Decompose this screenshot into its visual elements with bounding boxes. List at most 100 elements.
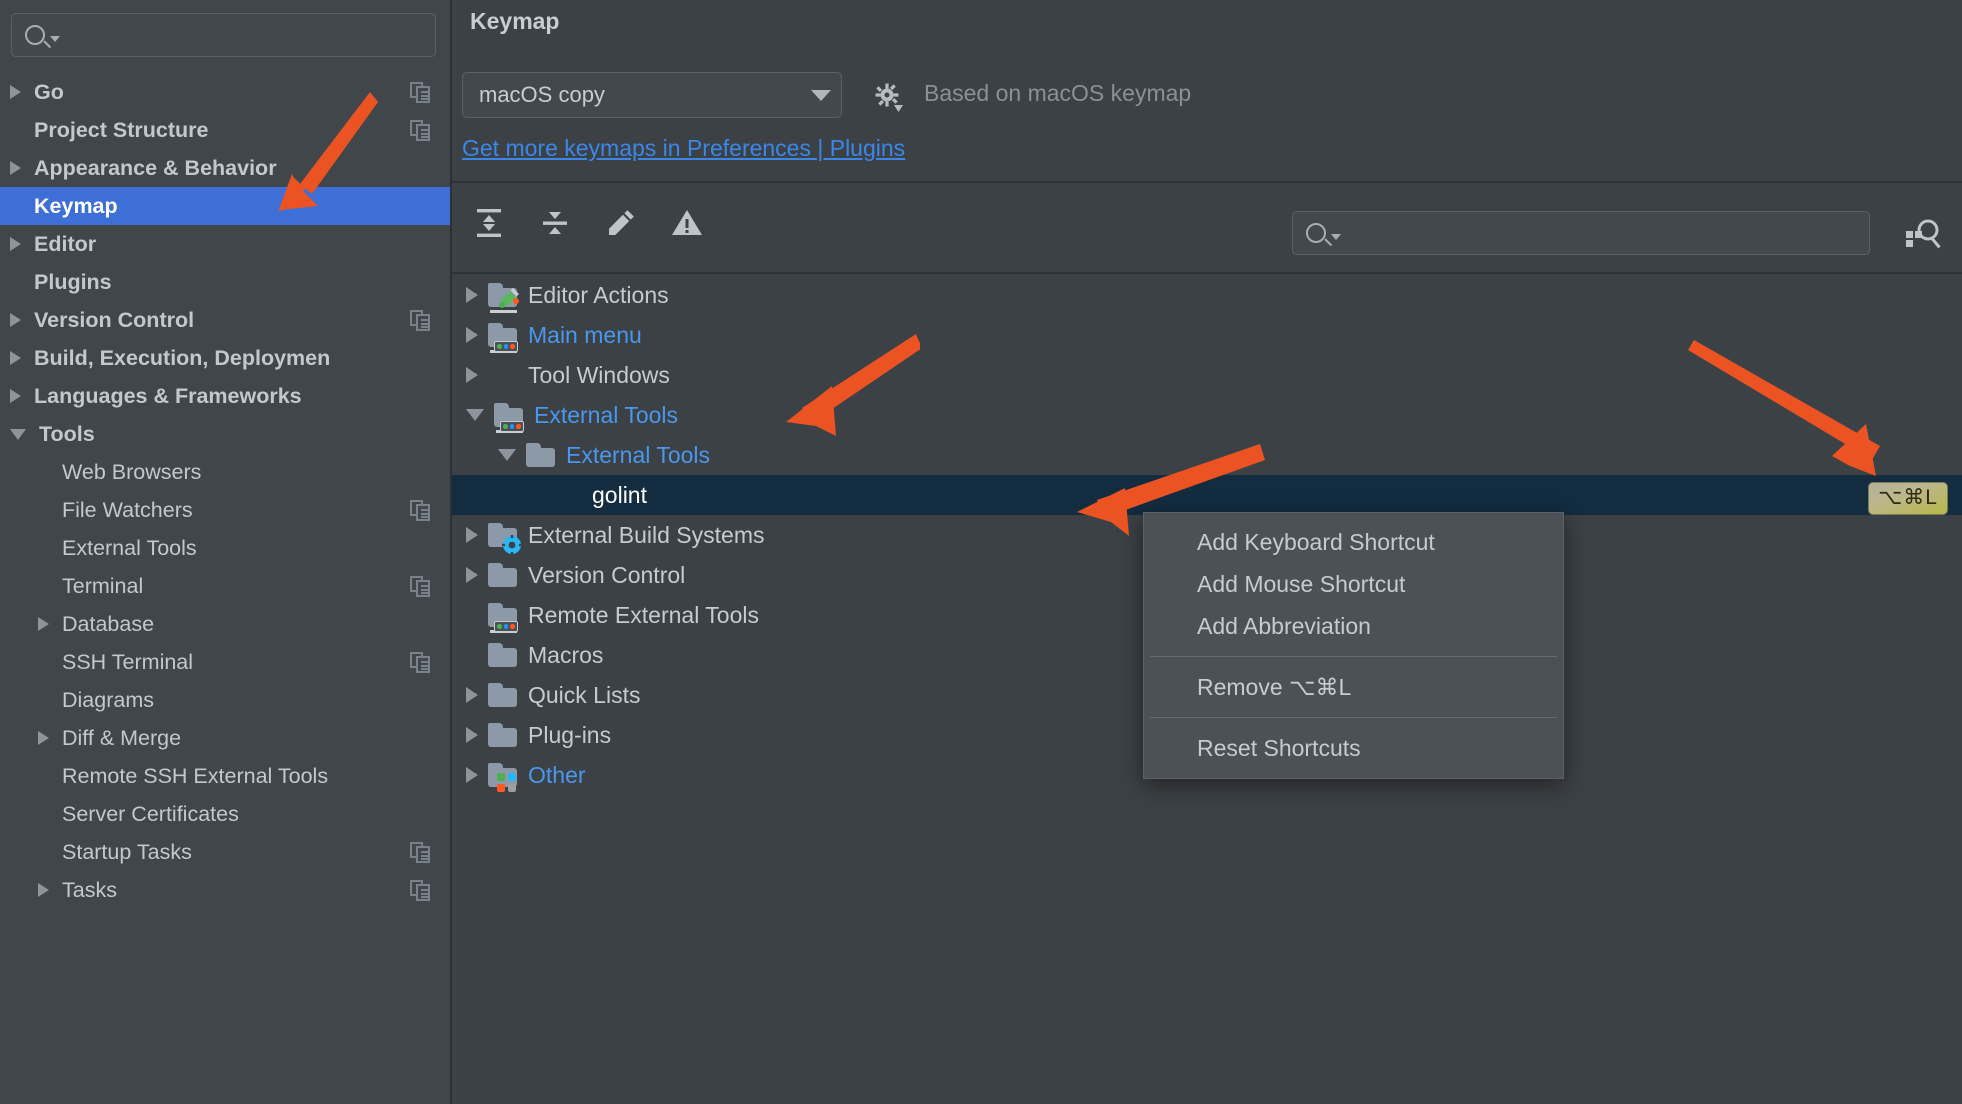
sidebar-item-tools[interactable]: Tools [0, 415, 450, 453]
divider [452, 272, 1962, 274]
chevron-right-icon[interactable] [10, 161, 21, 175]
sidebar-item-external-tools[interactable]: External Tools [0, 529, 450, 567]
sidebar-item-plugins[interactable]: Plugins [0, 263, 450, 301]
find-by-shortcut-icon[interactable] [1900, 215, 1944, 255]
chevron-right-icon[interactable] [466, 767, 478, 783]
chevron-right-icon[interactable] [466, 367, 478, 383]
chevron-right-icon[interactable] [466, 727, 478, 743]
context-menu-item[interactable]: Remove ⌥⌘L [1144, 666, 1563, 708]
sidebar-item-label: Server Certificates [62, 801, 239, 826]
sidebar-item-list: Go Project Structure Appearance & Behavior… [0, 73, 450, 909]
sidebar-item-label: File Watchers [62, 497, 193, 522]
sidebar-item-terminal[interactable]: Terminal [0, 567, 450, 605]
collapse-all-icon[interactable] [532, 200, 578, 246]
tree-row[interactable]: External Tools [452, 395, 1962, 435]
sidebar-item-web-browsers[interactable]: Web Browsers [0, 453, 450, 491]
chevron-right-icon[interactable] [10, 85, 21, 99]
sidebar-item-editor[interactable]: Editor [0, 225, 450, 263]
sidebar-search-input[interactable] [11, 13, 436, 57]
folder-icon [488, 603, 518, 633]
sidebar-item-label: Startup Tasks [62, 839, 192, 864]
chevron-right-icon[interactable] [466, 327, 478, 343]
sidebar-item-version-control[interactable]: Version Control [0, 301, 450, 339]
chevron-right-icon[interactable] [38, 617, 49, 631]
sidebar-item-startup-tasks[interactable]: Startup Tasks [0, 833, 450, 871]
sidebar-item-label: Tasks [62, 877, 117, 902]
copy-settings-icon[interactable] [410, 82, 432, 104]
tree-row-label: Macros [528, 641, 604, 668]
chevron-right-icon[interactable] [466, 527, 478, 543]
copy-settings-icon[interactable] [410, 500, 432, 522]
sidebar-item-label: Diff & Merge [62, 725, 182, 750]
edit-pencil-icon[interactable] [598, 200, 644, 246]
context-menu-item[interactable]: Add Abbreviation [1144, 605, 1563, 647]
folder-icon [488, 323, 518, 353]
tree-row[interactable]: Tool Windows [452, 355, 1962, 395]
chevron-down-icon[interactable] [466, 409, 484, 421]
sidebar-item-remote-ssh-external-tools[interactable]: Remote SSH External Tools [0, 757, 450, 795]
copy-settings-icon[interactable] [410, 842, 432, 864]
keymap-select-dropdown[interactable]: macOS copy [462, 72, 842, 118]
tree-row[interactable]: External Tools [452, 435, 1962, 475]
sidebar-item-appearance-behavior[interactable]: Appearance & Behavior [0, 149, 450, 187]
keymap-toolbar [466, 200, 710, 246]
copy-settings-icon[interactable] [410, 310, 432, 332]
folder-icon [488, 723, 518, 747]
sidebar-item-server-certificates[interactable]: Server Certificates [0, 795, 450, 833]
chevron-right-icon[interactable] [10, 389, 21, 403]
tree-row[interactable]: Editor Actions [452, 275, 1962, 315]
tree-row-label: Main menu [528, 321, 642, 348]
chevron-right-icon[interactable] [10, 237, 21, 251]
sidebar-item-build-execution-deploymen[interactable]: Build, Execution, Deploymen [0, 339, 450, 377]
sidebar-item-diff-merge[interactable]: Diff & Merge [0, 719, 450, 757]
chevron-right-icon[interactable] [38, 883, 49, 897]
page-title: Keymap [470, 8, 560, 34]
copy-settings-icon[interactable] [410, 652, 432, 674]
copy-settings-icon[interactable] [410, 120, 432, 142]
get-more-keymaps-link[interactable]: Get more keymaps in Preferences | Plugin… [462, 135, 905, 162]
sidebar-item-ssh-terminal[interactable]: SSH Terminal [0, 643, 450, 681]
chevron-right-icon[interactable] [10, 351, 21, 365]
folder-icon [488, 523, 522, 555]
chevron-right-icon[interactable] [466, 567, 478, 583]
context-menu-item[interactable]: Reset Shortcuts [1144, 727, 1563, 769]
copy-settings-icon[interactable] [410, 576, 432, 598]
tree-row-label: External Tools [534, 401, 679, 428]
sidebar-item-diagrams[interactable]: Diagrams [0, 681, 450, 719]
tree-row-label: Plug-ins [528, 721, 612, 748]
sidebar-item-label: Build, Execution, Deploymen [34, 345, 331, 370]
chevron-down-icon[interactable] [498, 449, 516, 461]
sidebar-item-database[interactable]: Database [0, 605, 450, 643]
keymap-search-input[interactable] [1292, 211, 1870, 255]
sidebar-item-label: Languages & Frameworks [34, 383, 302, 408]
tree-row[interactable]: Main menu [452, 315, 1962, 355]
sidebar-item-label: Version Control [34, 307, 195, 332]
chevron-right-icon[interactable] [38, 731, 49, 745]
context-menu-item[interactable]: Add Keyboard Shortcut [1144, 521, 1563, 563]
menu-separator [1150, 656, 1557, 657]
warning-icon[interactable] [664, 200, 710, 246]
sidebar-item-tasks[interactable]: Tasks [0, 871, 450, 909]
copy-settings-icon[interactable] [410, 880, 432, 902]
sidebar-item-go[interactable]: Go [0, 73, 450, 111]
chevron-down-icon [811, 89, 831, 101]
search-icon [25, 25, 45, 45]
sidebar-item-keymap[interactable]: Keymap [0, 187, 450, 225]
sidebar-item-languages-frameworks[interactable]: Languages & Frameworks [0, 377, 450, 415]
context-menu-item[interactable]: Add Mouse Shortcut [1144, 563, 1563, 605]
chevron-right-icon[interactable] [10, 313, 21, 327]
sidebar-item-label: Remote SSH External Tools [62, 763, 329, 788]
shortcut-context-menu: Add Keyboard Shortcut Add Mouse Shortcut A… [1143, 512, 1564, 779]
sidebar-search-container [0, 0, 450, 57]
folder-icon [488, 563, 518, 587]
sidebar-item-label: Database [62, 611, 155, 636]
sidebar-item-file-watchers[interactable]: File Watchers [0, 491, 450, 529]
chevron-right-icon[interactable] [466, 687, 478, 703]
chevron-right-icon[interactable] [466, 287, 478, 303]
sidebar-item-project-structure[interactable]: Project Structure [0, 111, 450, 149]
expand-all-icon[interactable] [466, 200, 512, 246]
divider [452, 181, 1962, 183]
gear-icon[interactable] [870, 78, 904, 112]
tree-row[interactable]: golint ⌥⌘L [452, 475, 1962, 515]
chevron-down-icon[interactable] [10, 428, 26, 440]
